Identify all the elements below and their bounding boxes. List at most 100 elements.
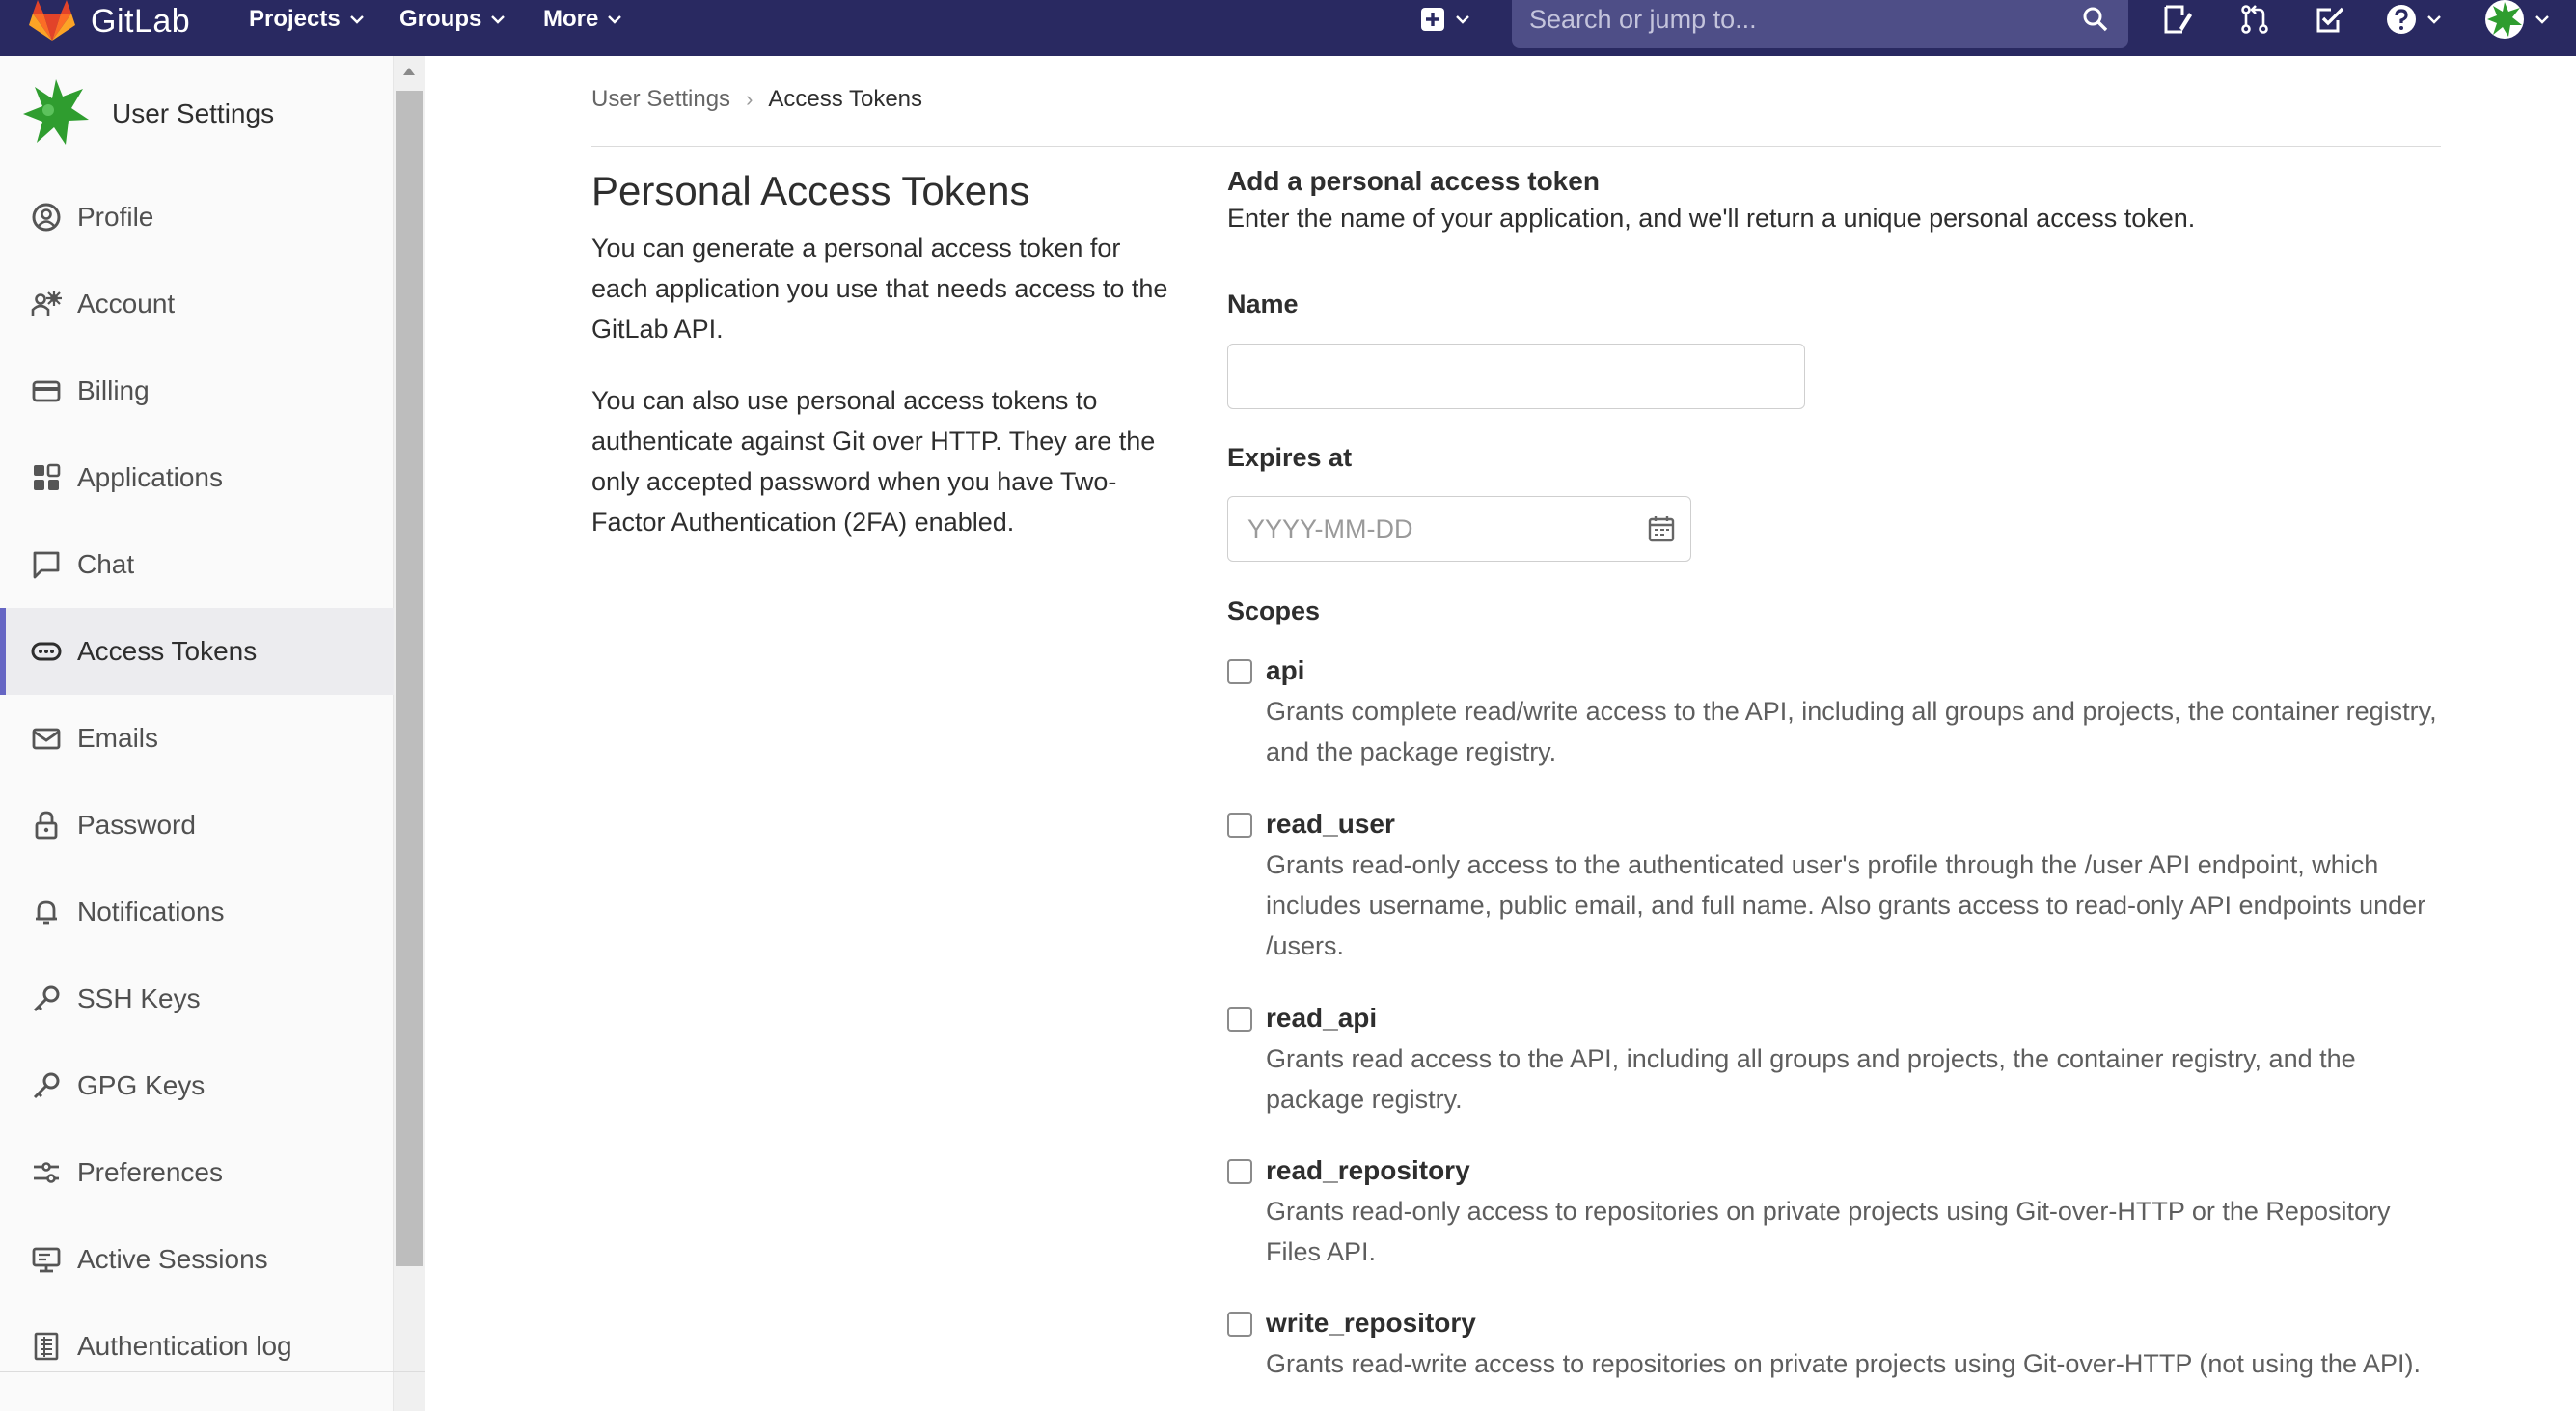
- intro-section: Personal Access Tokens You can generate …: [591, 164, 1180, 573]
- sidebar-item-password[interactable]: Password: [0, 782, 394, 869]
- credit-card-icon: [32, 380, 61, 402]
- scope-read-repository-checkbox[interactable]: [1227, 1159, 1252, 1184]
- top-navbar: GitLab Projects Groups More: [0, 0, 2576, 56]
- sidebar-item-label: Chat: [77, 549, 135, 579]
- scope-name[interactable]: read_user: [1266, 804, 1395, 844]
- token-name-input[interactable]: [1227, 344, 1805, 409]
- chevron-down-icon: [1456, 15, 1469, 24]
- profile-icon: [32, 203, 61, 232]
- sidebar-item-chat[interactable]: Chat: [0, 521, 394, 608]
- plus-square-icon: [1421, 8, 1444, 31]
- scope-api-checkbox[interactable]: [1227, 659, 1252, 684]
- settings-sidebar: User Settings Profile Account Billing Ap…: [0, 56, 394, 1411]
- chevron-down-icon: [2535, 15, 2549, 24]
- sidebar-item-label: Active Sessions: [77, 1244, 268, 1274]
- page-title: Personal Access Tokens: [591, 168, 1030, 213]
- sidebar-item-label: Applications: [77, 462, 223, 492]
- sidebar-item-emails[interactable]: Emails: [0, 695, 394, 782]
- sidebar-item-notifications[interactable]: Notifications: [0, 869, 394, 955]
- projects-menu[interactable]: Projects: [249, 0, 364, 39]
- todo-icon: [2316, 7, 2344, 33]
- gitlab-home-link[interactable]: GitLab: [27, 0, 190, 42]
- issues-button[interactable]: [2161, 2, 2194, 37]
- form-heading: Add a personal access token: [1227, 166, 1600, 196]
- key-icon: [33, 985, 60, 1012]
- merge-requests-button[interactable]: [2238, 2, 2271, 37]
- todos-button[interactable]: [2314, 2, 2346, 37]
- search-box[interactable]: [1512, 0, 2128, 48]
- expires-label: Expires at: [1227, 443, 1353, 472]
- sidebar-header[interactable]: User Settings: [19, 77, 274, 151]
- help-dropdown[interactable]: [2385, 2, 2441, 37]
- help-icon: [2387, 5, 2416, 34]
- scope-name[interactable]: read_repository: [1266, 1150, 1470, 1191]
- projects-menu-label: Projects: [249, 6, 341, 32]
- groups-menu-label: Groups: [399, 6, 482, 32]
- merge-request-icon: [2241, 5, 2268, 34]
- lock-icon: [35, 811, 58, 840]
- sidebar-item-label: Profile: [77, 202, 154, 232]
- scope-description: Grants complete read/write access to the…: [1266, 697, 2437, 766]
- user-menu[interactable]: [2483, 0, 2549, 39]
- sidebar-item-billing[interactable]: Billing: [0, 347, 394, 434]
- key-icon: [33, 1072, 60, 1099]
- sidebar-item-label: Notifications: [77, 897, 225, 927]
- sidebar-title: User Settings: [112, 98, 275, 128]
- breadcrumb-separator-icon: ›: [746, 87, 754, 111]
- breadcrumb-user-settings[interactable]: User Settings: [591, 86, 730, 113]
- scope-name[interactable]: write_repository: [1266, 1303, 1476, 1343]
- sidebar-item-access-tokens[interactable]: Access Tokens: [0, 608, 394, 695]
- search-icon: [2083, 7, 2108, 32]
- scope-read-api-checkbox[interactable]: [1227, 1007, 1252, 1032]
- sidebar-item-authentication-log[interactable]: Authentication log: [0, 1303, 394, 1390]
- sidebar-scrollbar[interactable]: [394, 56, 425, 1411]
- user-avatar: [23, 79, 89, 145]
- issues-icon: [2164, 5, 2192, 34]
- log-icon: [34, 1332, 59, 1361]
- sidebar-item-label: Password: [77, 810, 196, 840]
- groups-menu[interactable]: Groups: [399, 0, 506, 39]
- scope-read-user-checkbox[interactable]: [1227, 813, 1252, 838]
- chevron-down-icon: [349, 15, 364, 24]
- account-icon: [31, 290, 62, 316]
- scope-name[interactable]: read_api: [1266, 998, 1377, 1038]
- intro-paragraph-2: You can also use personal access tokens …: [591, 386, 1156, 537]
- more-menu[interactable]: More: [543, 0, 622, 39]
- search-input[interactable]: [1512, 0, 2128, 39]
- scroll-up-arrow-icon[interactable]: [403, 68, 415, 75]
- monitor-icon: [32, 1247, 61, 1273]
- scope-description: Grants read access to the API, including…: [1266, 1044, 2356, 1114]
- new-item-dropdown[interactable]: [1419, 2, 1469, 37]
- sidebar-item-label: Preferences: [77, 1157, 223, 1187]
- scopes-label: Scopes: [1227, 596, 1321, 625]
- scope-name[interactable]: api: [1266, 650, 1304, 691]
- sidebar-item-label: Access Tokens: [77, 636, 258, 666]
- sidebar-item-applications[interactable]: Applications: [0, 434, 394, 521]
- sidebar-item-label: SSH Keys: [77, 983, 201, 1013]
- sidebar-item-account[interactable]: Account: [0, 261, 394, 347]
- scope-description: Grants read-only access to the authentic…: [1266, 850, 2426, 960]
- more-menu-label: More: [543, 6, 599, 32]
- sidebar-item-label: Account: [77, 289, 176, 318]
- applications-icon: [34, 463, 61, 490]
- mail-icon: [32, 728, 61, 750]
- brand-name: GitLab: [91, 2, 191, 40]
- sidebar-item-profile[interactable]: Profile: [0, 174, 394, 261]
- chevron-down-icon: [491, 15, 506, 24]
- avatar: [2485, 0, 2524, 39]
- sidebar-item-ssh-keys[interactable]: SSH Keys: [0, 955, 394, 1042]
- intro-paragraph-1: You can generate a personal access token…: [591, 234, 1168, 344]
- breadcrumb: User Settings › Access Tokens: [591, 86, 922, 113]
- scrollbar-thumb[interactable]: [396, 91, 423, 1266]
- sidebar-item-active-sessions[interactable]: Active Sessions: [0, 1216, 394, 1303]
- calendar-icon[interactable]: [1646, 513, 1677, 544]
- form-description: Enter the name of your application, and …: [1227, 204, 2196, 233]
- breadcrumb-access-tokens[interactable]: Access Tokens: [768, 86, 922, 113]
- token-icon: [31, 642, 62, 661]
- scope-write-repository-checkbox[interactable]: [1227, 1312, 1252, 1337]
- expires-at-input[interactable]: [1227, 496, 1691, 562]
- gitlab-logo-icon: [29, 0, 75, 41]
- sidebar-item-gpg-keys[interactable]: GPG Keys: [0, 1042, 394, 1129]
- sidebar-item-preferences[interactable]: Preferences: [0, 1129, 394, 1216]
- chevron-down-icon: [608, 15, 622, 24]
